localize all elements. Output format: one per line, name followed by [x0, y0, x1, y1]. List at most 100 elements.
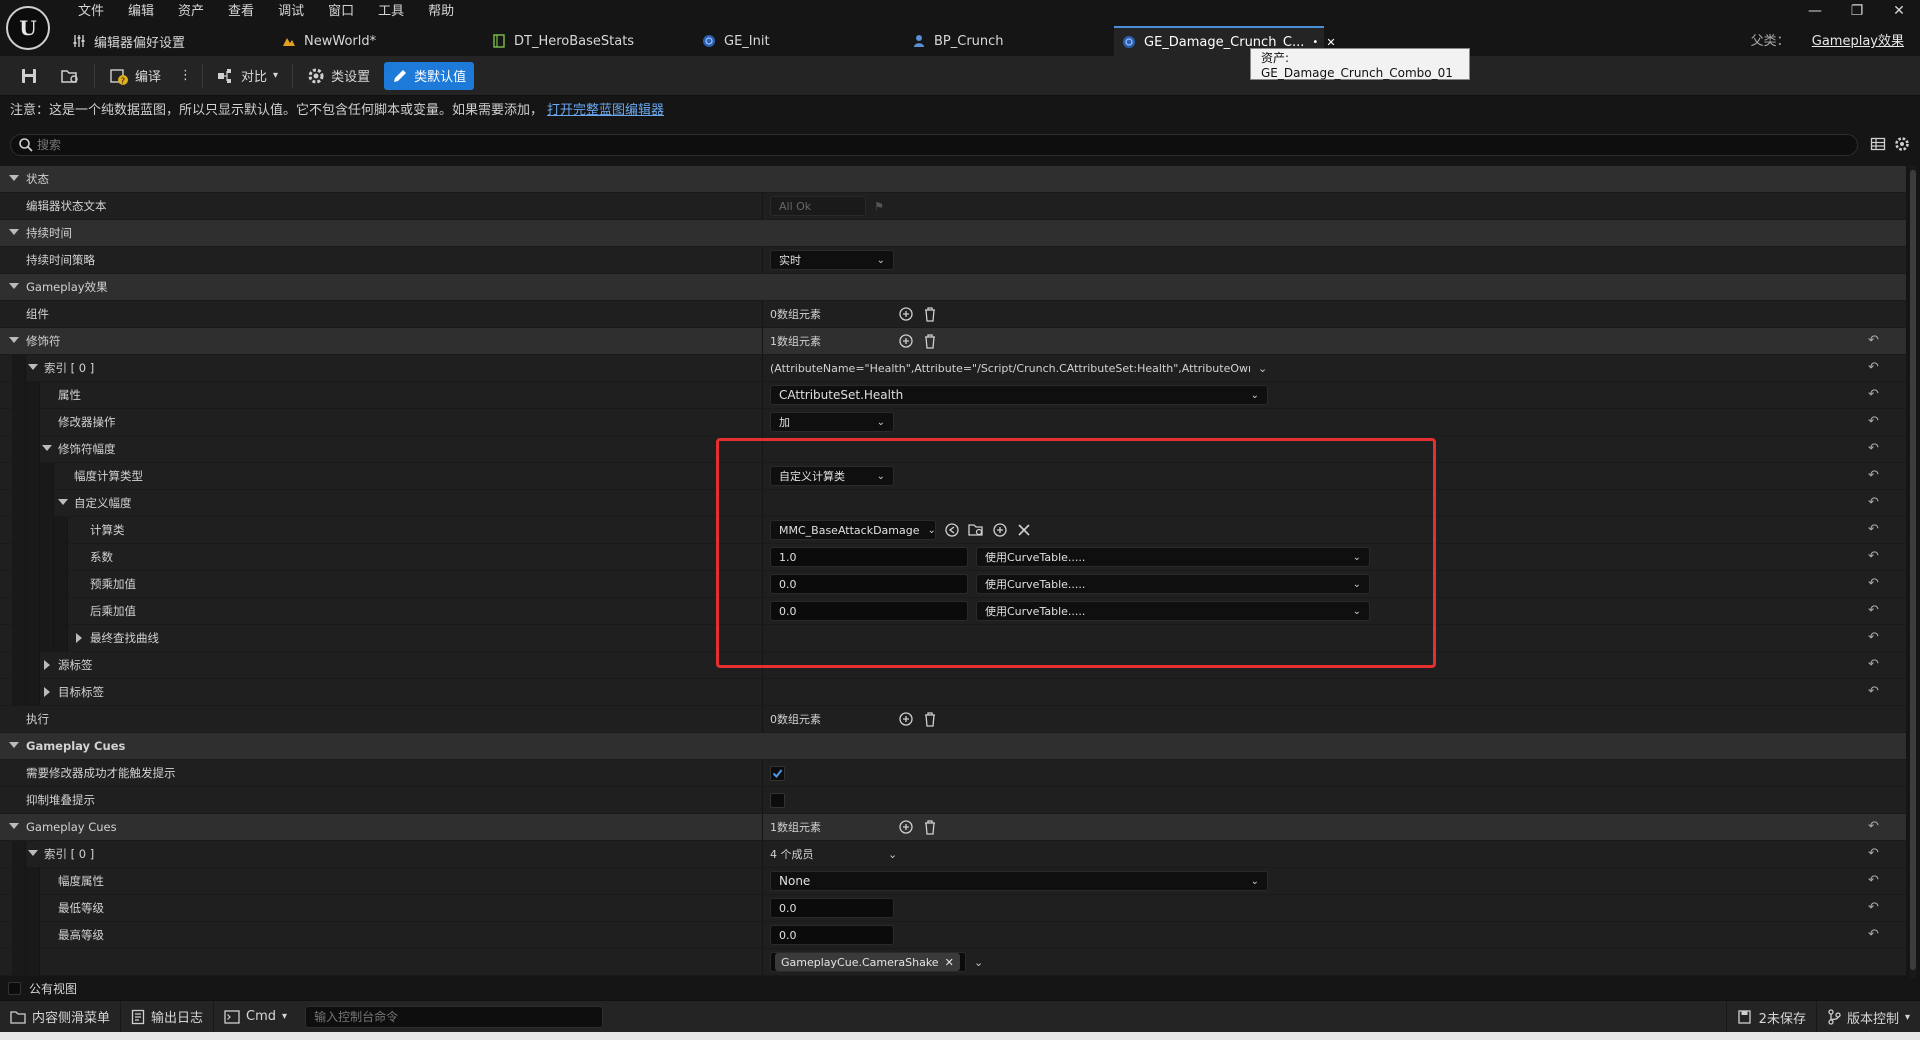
column-splitter[interactable]	[762, 814, 763, 840]
tag-chip[interactable]: GameplayCue.CameraShake ✕	[775, 953, 960, 971]
tab-ge-init[interactable]: GE_Init	[694, 26, 904, 56]
browse-folder-icon[interactable]	[968, 522, 984, 538]
pre-multiply-field[interactable]: 0.0	[770, 574, 968, 594]
expand-arrow-icon[interactable]	[58, 499, 68, 505]
add-element-icon[interactable]	[898, 306, 914, 322]
column-splitter[interactable]	[762, 301, 763, 327]
coefficient-field[interactable]: 1.0	[770, 547, 968, 567]
suppress-stacking-checkbox[interactable]	[770, 792, 785, 808]
search-input[interactable]	[37, 138, 1857, 152]
menu-edit[interactable]: 编辑	[116, 2, 166, 22]
section-status[interactable]: 状态	[0, 166, 1906, 193]
use-selected-icon[interactable]	[944, 522, 960, 538]
vertical-scrollbar[interactable]	[1910, 166, 1916, 978]
reset-to-default-icon[interactable]: ↶	[1868, 577, 1882, 591]
prop-target-tags[interactable]: 目标标签 ↶	[0, 679, 1906, 706]
expand-arrow-icon[interactable]	[9, 823, 19, 829]
diff-button[interactable]: 对比 ▾	[209, 62, 286, 90]
table-view-icon[interactable]	[1870, 136, 1886, 152]
class-defaults-button[interactable]: 类默认值	[384, 61, 475, 90]
menu-help[interactable]: 帮助	[416, 2, 466, 22]
column-splitter[interactable]	[762, 895, 763, 921]
column-splitter[interactable]	[762, 787, 763, 813]
reset-to-default-icon[interactable]: ↶	[1868, 658, 1882, 672]
curve-table-dropdown[interactable]: 使用CurveTable..... ⌄	[976, 574, 1370, 594]
prop-custom-magnitude[interactable]: 自定义幅度 ↶	[0, 490, 1906, 517]
reset-to-default-icon[interactable]: ↶	[1868, 334, 1882, 348]
open-full-editor-link[interactable]: 打开完整蓝图编辑器	[547, 103, 664, 118]
expand-arrow-icon[interactable]	[9, 742, 19, 748]
trash-icon[interactable]	[922, 333, 938, 349]
column-splitter[interactable]	[762, 652, 763, 678]
unreal-logo-icon[interactable]: U	[6, 6, 50, 50]
column-splitter[interactable]	[762, 247, 763, 273]
expand-arrow-icon[interactable]	[9, 175, 19, 181]
tab-newworld[interactable]: NewWorld*	[274, 26, 484, 56]
expand-arrow-icon[interactable]	[9, 229, 19, 235]
expand-arrow-icon[interactable]	[9, 283, 19, 289]
column-splitter[interactable]	[762, 760, 763, 786]
column-splitter[interactable]	[762, 544, 763, 570]
menu-tools[interactable]: 工具	[366, 2, 416, 22]
menu-debug[interactable]: 调试	[266, 2, 316, 22]
console-command-input[interactable]	[305, 1005, 604, 1028]
min-level-field[interactable]: 0.0	[770, 898, 894, 918]
prop-final-lookup-curve[interactable]: 最终查找曲线 ↶	[0, 625, 1906, 652]
curve-table-dropdown[interactable]: 使用CurveTable..... ⌄	[976, 601, 1370, 621]
compile-button[interactable]: ? 编译	[101, 62, 169, 90]
content-drawer-button[interactable]: 内容侧滑菜单	[0, 1000, 122, 1033]
compile-options-button[interactable]: ⋮	[175, 62, 196, 90]
public-view-checkbox[interactable]	[8, 981, 21, 995]
reset-to-default-icon[interactable]: ↶	[1868, 523, 1882, 537]
trash-icon[interactable]	[922, 711, 938, 727]
browse-button[interactable]	[52, 62, 88, 90]
curve-table-dropdown[interactable]: 使用CurveTable..... ⌄	[976, 547, 1370, 567]
cmd-dropdown[interactable]: Cmd ▾	[214, 1001, 297, 1033]
restore-icon[interactable]: ❐	[1836, 0, 1878, 22]
reset-to-default-icon[interactable]: ↶	[1868, 442, 1882, 456]
class-settings-button[interactable]: 类设置	[299, 62, 378, 90]
expand-arrow-icon[interactable]	[28, 364, 38, 370]
prop-source-tags[interactable]: 源标签 ↶	[0, 652, 1906, 679]
prop-modifier-index-0[interactable]: 索引 [ 0 ] (AttributeName="Health",Attribu…	[0, 355, 1906, 382]
expand-arrow-icon[interactable]	[42, 445, 52, 451]
column-splitter[interactable]	[762, 382, 763, 408]
tag-container[interactable]: GameplayCue.CameraShake ✕	[770, 952, 966, 972]
duration-policy-dropdown[interactable]: 实时 ⌄	[770, 250, 894, 270]
column-splitter[interactable]	[762, 679, 763, 705]
modifier-op-dropdown[interactable]: 加 ⌄	[770, 412, 894, 432]
reset-to-default-icon[interactable]: ↶	[1868, 874, 1882, 888]
prop-gameplay-cues-array[interactable]: Gameplay Cues 1数组元素 ↶	[0, 814, 1906, 841]
column-splitter[interactable]	[762, 868, 763, 894]
add-element-icon[interactable]	[898, 333, 914, 349]
magnitude-attribute-dropdown[interactable]: None ⌄	[770, 871, 1268, 891]
menu-file[interactable]: 文件	[66, 2, 116, 22]
calc-class-dropdown[interactable]: MMC_BaseAttackDamage ⌄	[770, 520, 936, 540]
menu-window[interactable]: 窗口	[316, 2, 366, 22]
tab-dt-herobasestats[interactable]: DT_HeroBaseStats	[484, 26, 694, 56]
tab-editor-preferences[interactable]: 编辑器偏好设置	[64, 26, 274, 56]
reset-to-default-icon[interactable]: ↶	[1868, 496, 1882, 510]
column-splitter[interactable]	[762, 463, 763, 489]
clear-icon[interactable]	[1016, 522, 1032, 538]
column-splitter[interactable]	[762, 949, 763, 975]
close-icon[interactable]: ✕	[1878, 0, 1920, 22]
prop-cue-index-0[interactable]: 索引 [ 0 ] 4 个成员 ⌄ ↶	[0, 841, 1906, 868]
magnitude-calc-type-dropdown[interactable]: 自定义计算类 ⌄	[770, 466, 894, 486]
chevron-down-icon[interactable]: ⌄	[1258, 362, 1267, 375]
close-tab-icon[interactable]: ✕	[1326, 36, 1335, 49]
unsaved-button[interactable]: 2未保存	[1725, 1001, 1817, 1033]
chevron-down-icon[interactable]: ⌄	[974, 956, 983, 969]
section-duration[interactable]: 持续时间	[0, 220, 1906, 247]
reset-to-default-icon[interactable]: ↶	[1868, 685, 1882, 699]
output-log-button[interactable]: 输出日志	[121, 1000, 215, 1033]
reset-to-default-icon[interactable]: ↶	[1868, 469, 1882, 483]
expand-arrow-icon[interactable]	[28, 850, 38, 856]
add-element-icon[interactable]	[898, 711, 914, 727]
reset-to-default-icon[interactable]: ↶	[1868, 361, 1882, 375]
reset-to-default-icon[interactable]: ↶	[1868, 820, 1882, 834]
trash-icon[interactable]	[922, 819, 938, 835]
trash-icon[interactable]	[922, 306, 938, 322]
reset-to-default-icon[interactable]: ↶	[1868, 550, 1882, 564]
column-splitter[interactable]	[762, 571, 763, 597]
